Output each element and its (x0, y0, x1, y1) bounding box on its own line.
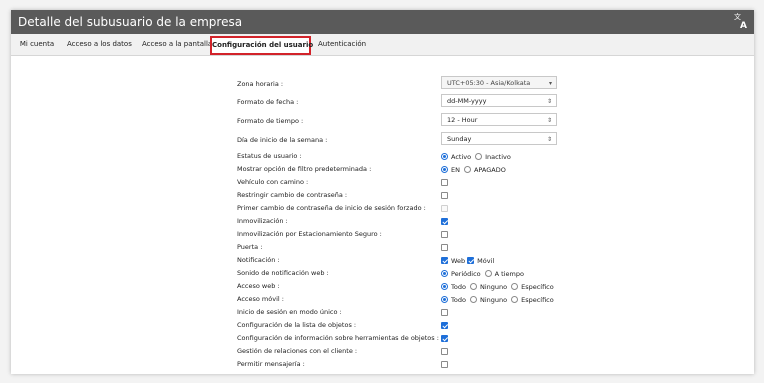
messaging-checkbox[interactable] (441, 361, 448, 368)
sort-arrows-icon: ⇕ (546, 136, 552, 143)
web-notification-sound-options: Periódico A tiempo (441, 268, 528, 279)
notification-web-checkbox[interactable] (441, 257, 448, 264)
translate-icon[interactable]: 文 A (734, 12, 748, 30)
radio-movil-especifico-label: Específico (521, 295, 554, 304)
tab-autenticacion[interactable]: Autenticación (318, 34, 366, 55)
date-format-value: dd-MM-yyyy (447, 96, 487, 105)
immobilization-label: Inmovilización : (237, 217, 288, 225)
default-filter-options: EN APAGADO (441, 164, 510, 175)
timezone-value: UTC+05:30 - Asia/Kolkata (447, 78, 531, 87)
user-status-label: Estatus de usuario : (237, 152, 302, 160)
radio-movil-todo-label: Todo (451, 295, 466, 304)
single-session-label: Inicio de sesión en modo único : (237, 308, 342, 316)
restrict-password-checkbox[interactable] (441, 192, 448, 199)
tools-info-config-label: Configuración de información sobre herra… (237, 334, 439, 342)
crm-checkbox[interactable] (441, 348, 448, 355)
svg-text:A: A (740, 21, 747, 30)
week-start-value: Sunday (447, 134, 472, 143)
radio-movil-ninguno[interactable] (469, 296, 477, 303)
sort-arrows-icon: ⇕ (546, 98, 552, 105)
tools-info-config-checkbox[interactable] (441, 335, 448, 342)
object-list-config-checkbox[interactable] (441, 322, 448, 329)
date-format-label: Formato de fecha : (237, 98, 299, 106)
notification-mobile-checkbox[interactable] (467, 257, 475, 264)
web-access-options: Todo Ninguno Específico (441, 281, 558, 292)
tab-mi-cuenta[interactable]: Mi cuenta (19, 34, 55, 55)
tab-bar: Mi cuenta Acceso a los datos Acceso a la… (11, 34, 754, 56)
radio-a-tiempo-label: A tiempo (494, 269, 524, 278)
vehicle-route-checkbox[interactable] (441, 179, 448, 186)
restrict-password-label: Restringir cambio de contraseña : (237, 191, 348, 199)
radio-activo-label: Activo (451, 152, 472, 161)
radio-movil-ninguno-label: Ninguno (479, 295, 508, 304)
radio-activo[interactable] (441, 153, 448, 160)
tab-acceso-pantalla[interactable]: Acceso a la pantalla (142, 34, 212, 55)
radio-apagado[interactable] (463, 166, 471, 173)
tab-configuracion-usuario[interactable]: Configuración del usuario (210, 36, 313, 55)
time-format-value: 12 - Hour (447, 115, 478, 124)
door-checkbox[interactable] (441, 244, 448, 251)
notification-options: Web Móvil (441, 255, 498, 266)
tab-acceso-datos[interactable]: Acceso a los datos (67, 34, 132, 55)
title-bar: Detalle del subusuario de la empresa 文 A (11, 10, 754, 34)
immobilization-parking-label: Inmovilización por Estacionamiento Segur… (237, 230, 382, 238)
radio-web-ninguno-label: Ninguno (479, 282, 508, 291)
notification-web-label: Web (451, 256, 466, 265)
page-title: Detalle del subusuario de la empresa (18, 15, 243, 29)
radio-en[interactable] (441, 166, 448, 173)
sort-arrows-icon: ⇕ (546, 117, 552, 124)
week-start-select[interactable]: Sunday ⇕ (441, 132, 557, 145)
svg-text:文: 文 (734, 12, 741, 21)
immobilization-parking-checkbox[interactable] (441, 231, 448, 238)
user-detail-window: Detalle del subusuario de la empresa 文 A… (11, 10, 754, 374)
week-start-label: Día de inicio de la semana : (237, 136, 328, 144)
immobilization-checkbox[interactable] (441, 218, 448, 225)
forced-first-change-label: Primer cambio de contraseña de inicio de… (237, 204, 426, 212)
mobile-access-label: Acceso móvil : (237, 295, 284, 303)
single-session-checkbox[interactable] (441, 309, 448, 316)
radio-apagado-label: APAGADO (473, 165, 506, 174)
notification-label: Notificación : (237, 256, 280, 264)
radio-periodico[interactable] (441, 270, 448, 277)
radio-a-tiempo[interactable] (484, 270, 492, 277)
user-status-options: Activo Inactivo (441, 151, 515, 162)
radio-inactivo[interactable] (475, 153, 483, 160)
radio-web-todo[interactable] (441, 283, 448, 290)
notification-mobile-label: Móvil (477, 256, 495, 265)
radio-web-ninguno[interactable] (469, 283, 477, 290)
web-access-label: Acceso web : (237, 282, 280, 290)
messaging-label: Permitir mensajería : (237, 360, 305, 368)
object-list-config-label: Configuración de la lista de objetos : (237, 321, 357, 329)
default-filter-label: Mostrar opción de filtro predeterminada … (237, 165, 372, 173)
time-format-select[interactable]: 12 - Hour ⇕ (441, 113, 557, 126)
radio-web-especifico-label: Específico (521, 282, 554, 291)
radio-inactivo-label: Inactivo (485, 152, 511, 161)
timezone-select[interactable]: UTC+05:30 - Asia/Kolkata ▾ (441, 76, 557, 89)
time-format-label: Formato de tiempo : (237, 117, 304, 125)
vehicle-route-label: Vehículo con camino : (237, 178, 309, 186)
chevron-down-icon: ▾ (548, 80, 552, 87)
timezone-label: Zona horaria : (237, 80, 284, 88)
radio-web-especifico[interactable] (511, 283, 519, 290)
radio-periodico-label: Periódico (451, 269, 481, 278)
radio-web-todo-label: Todo (451, 282, 466, 291)
radio-movil-especifico[interactable] (511, 296, 519, 303)
web-notification-sound-label: Sonido de notificación web : (237, 269, 329, 277)
crm-label: Gestión de relaciones con el cliente : (237, 347, 358, 355)
radio-movil-todo[interactable] (441, 296, 448, 303)
mobile-access-options: Todo Ninguno Específico (441, 294, 558, 305)
date-format-select[interactable]: dd-MM-yyyy ⇕ (441, 94, 557, 107)
settings-form: Zona horaria : UTC+05:30 - Asia/Kolkata … (11, 56, 754, 374)
door-label: Puerta : (237, 243, 263, 251)
radio-en-label: EN (451, 165, 460, 174)
forced-first-change-checkbox[interactable] (441, 205, 448, 212)
